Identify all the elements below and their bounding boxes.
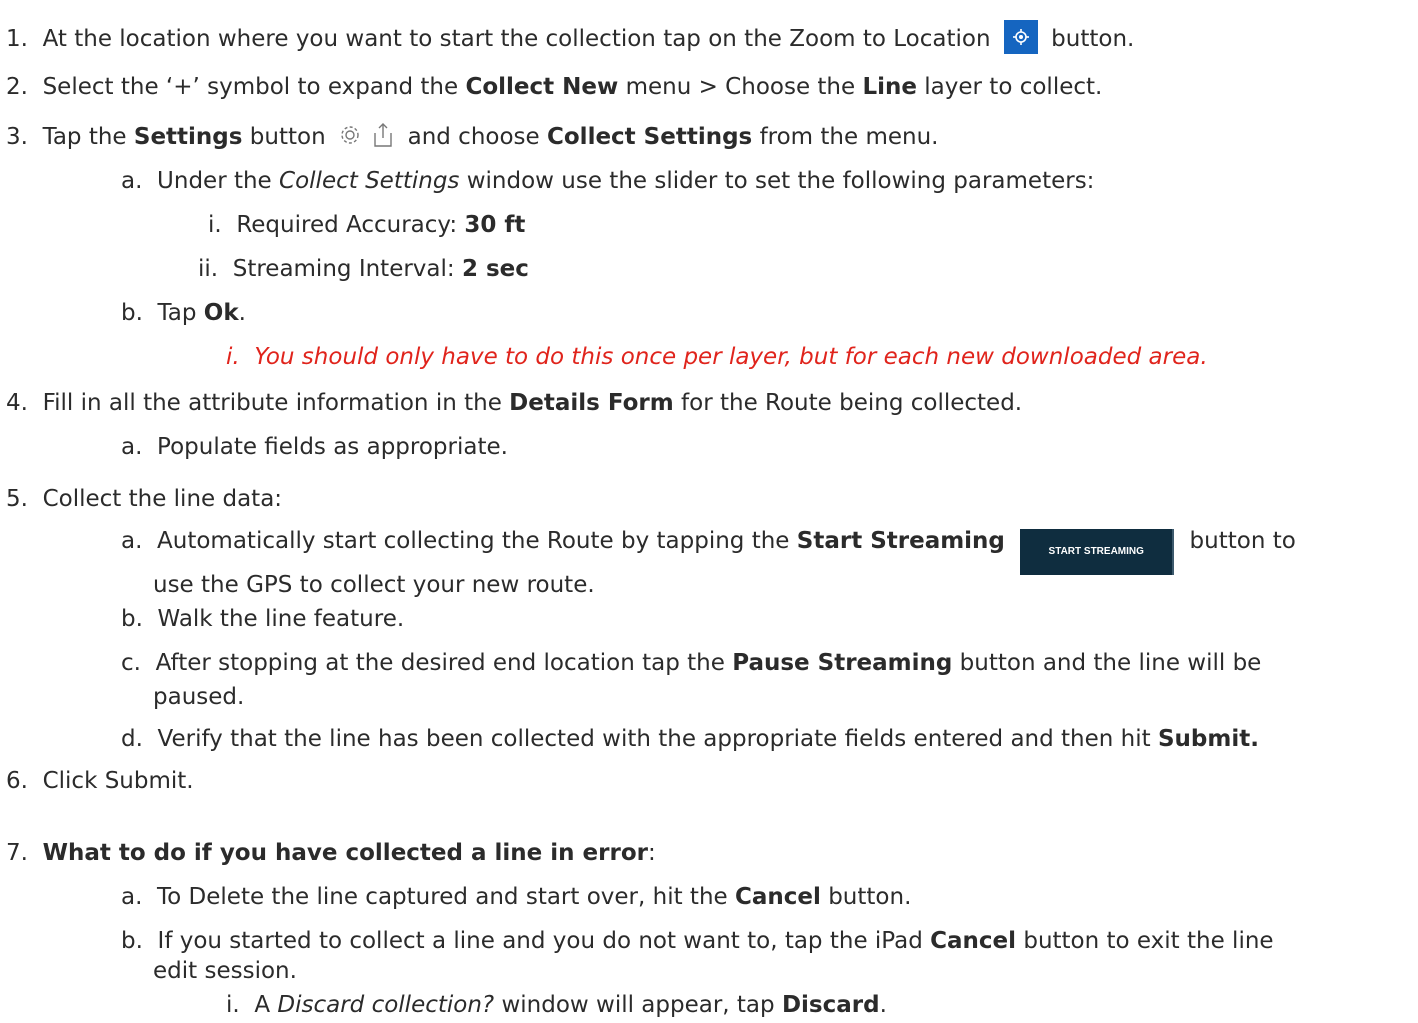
step-number: c. <box>121 650 141 676</box>
step-number: b. <box>121 606 143 632</box>
step-7b-cont: edit session. <box>153 958 297 984</box>
step-number: d. <box>121 726 143 752</box>
step-7b: b. If you started to collect a line and … <box>121 928 1274 954</box>
step-number: 2. <box>6 74 28 100</box>
step-7: 7. What to do if you have collected a li… <box>6 840 656 866</box>
step-number: a. <box>121 528 143 554</box>
gear-icon <box>341 126 359 144</box>
step-number: b. <box>121 300 143 326</box>
step-3: 3. Tap the Settings button and choose Co… <box>6 122 938 156</box>
step-3b: b. Tap Ok. <box>121 300 246 326</box>
step-number: 6. <box>6 768 28 794</box>
step-5c-cont: paused. <box>153 684 245 710</box>
step-3a-i: i. Required Accuracy: 30 ft <box>208 212 526 238</box>
step-5c: c. After stopping at the desired end loc… <box>121 650 1262 676</box>
step-5d: d. Verify that the line has been collect… <box>121 726 1259 752</box>
zoom-to-location-button <box>1003 20 1038 54</box>
step-6: 6. Click Submit. <box>6 768 194 794</box>
step-number: 1. <box>6 26 28 52</box>
step-number: 3. <box>6 124 28 150</box>
step-number: 5. <box>6 486 28 512</box>
step-number: a. <box>121 168 143 194</box>
step-4: 4. Fill in all the attribute information… <box>6 390 1023 416</box>
settings-share-icons <box>337 122 396 156</box>
step-number: a. <box>121 884 143 910</box>
step-3a: a. Under the Collect Settings window use… <box>121 168 1095 194</box>
step-7b-i: i. A Discard collection? window will app… <box>226 992 887 1018</box>
share-icon <box>374 123 392 147</box>
step-5: 5. Collect the line data: <box>6 486 283 512</box>
step-2: 2. Select the ‘+’ symbol to expand the C… <box>6 74 1103 100</box>
step-5b: b. Walk the line feature. <box>121 606 405 632</box>
step-number: 4. <box>6 390 28 416</box>
step-number: i. <box>226 992 240 1018</box>
crosshair-location-icon <box>1012 29 1029 45</box>
step-number: b. <box>121 928 143 954</box>
step-number: ii. <box>198 256 219 282</box>
step-5a: a. Automatically start collecting the Ro… <box>121 526 1296 575</box>
step-1: 1. At the location where you want to sta… <box>6 20 1134 54</box>
step-7a: a. To Delete the line captured and start… <box>121 884 912 910</box>
start-streaming-button: START STREAMING <box>1020 529 1175 575</box>
step-4a: a. Populate fields as appropriate. <box>121 434 508 460</box>
step-number: i. <box>208 212 222 238</box>
step-5a-cont: use the GPS to collect your new route. <box>153 572 595 598</box>
step-number: a. <box>121 434 143 460</box>
step-number: i. <box>226 344 240 370</box>
step-number: 7. <box>6 840 28 866</box>
note-once-per-layer: i. You should only have to do this once … <box>226 344 1208 370</box>
step-3a-ii: ii. Streaming Interval: 2 sec <box>198 256 529 282</box>
